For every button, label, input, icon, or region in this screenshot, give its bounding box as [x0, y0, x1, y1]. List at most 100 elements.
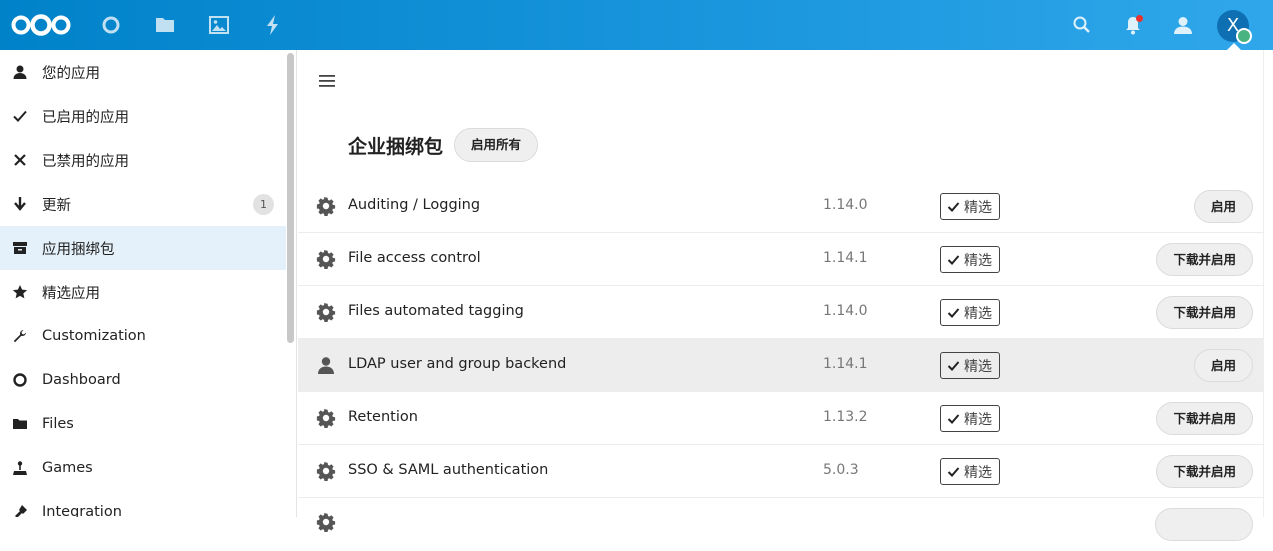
- gear-icon: [316, 302, 336, 322]
- app-version: 1.14.1: [823, 250, 868, 266]
- sidebar-item-label: Integration: [42, 504, 122, 517]
- download-enable-button[interactable]: 下载并启用: [1156, 455, 1253, 488]
- photos-icon[interactable]: [207, 13, 231, 37]
- dashboard-icon[interactable]: [99, 13, 123, 37]
- app-row[interactable]: Files automated tagging 1.14.0 精选 下载并启用: [298, 286, 1263, 339]
- app-version: 1.14.0: [823, 303, 868, 319]
- app-row[interactable]: LDAP user and group backend 1.14.1 精选 启用: [298, 339, 1263, 392]
- online-status-icon: [1236, 28, 1252, 44]
- gear-icon: [316, 196, 336, 216]
- app-version: 1.14.0: [823, 197, 868, 213]
- close-icon: [0, 138, 40, 182]
- app-name: SSO & SAML authentication: [348, 462, 549, 478]
- gear-icon: [316, 249, 336, 269]
- featured-label: 精选: [964, 199, 992, 216]
- sidebar-item-label: Files: [42, 416, 74, 432]
- check-icon: [0, 94, 40, 138]
- plug-icon: [0, 490, 40, 517]
- menu-toggle-icon[interactable]: [318, 72, 336, 90]
- partial-action-button[interactable]: [1155, 508, 1253, 541]
- sidebar-item-label: 已启用的应用: [42, 109, 129, 126]
- featured-badge: 精选: [940, 299, 1000, 326]
- gear-icon: [316, 408, 336, 428]
- featured-badge: 精选: [940, 246, 1000, 273]
- sidebar-item-your-apps[interactable]: 您的应用: [0, 50, 286, 94]
- app-version: 1.13.2: [823, 409, 868, 425]
- circle-icon: [0, 358, 40, 402]
- nextcloud-logo[interactable]: [10, 13, 72, 37]
- app-name: File access control: [348, 250, 481, 266]
- sidebar-item-featured-apps[interactable]: 精选应用: [0, 270, 286, 314]
- sidebar-item-files[interactable]: Files: [0, 402, 286, 446]
- sidebar-item-integration[interactable]: Integration: [0, 490, 286, 517]
- app-row[interactable]: Retention 1.13.2 精选 下载并启用: [298, 392, 1263, 445]
- archive-icon: [0, 226, 40, 270]
- updates-count-badge: 1: [253, 194, 274, 215]
- check-icon: [947, 306, 960, 319]
- enable-button[interactable]: 启用: [1193, 190, 1253, 223]
- sidebar-item-enabled-apps[interactable]: 已启用的应用: [0, 94, 286, 138]
- folder-icon: [0, 402, 40, 446]
- download-enable-button[interactable]: 下载并启用: [1156, 402, 1253, 435]
- app-name: Auditing / Logging: [348, 197, 481, 213]
- sidebar-item-label: 应用捆绑包: [42, 241, 115, 258]
- sidebar-item-updates[interactable]: 更新 1: [0, 182, 286, 226]
- enable-all-button[interactable]: 启用所有: [454, 128, 539, 162]
- featured-label: 精选: [964, 252, 992, 269]
- files-icon[interactable]: [153, 13, 177, 37]
- featured-label: 精选: [964, 411, 992, 428]
- user-icon: [316, 355, 336, 375]
- main-content: 企业捆绑包 启用所有 Auditing / Logging 1.14.0 精选 …: [298, 50, 1273, 541]
- check-icon: [947, 359, 960, 372]
- gear-icon: [316, 512, 336, 532]
- app-row[interactable]: SSO & SAML authentication 5.0.3 精选 下载并启用: [298, 445, 1263, 498]
- featured-badge: 精选: [940, 405, 1000, 432]
- download-enable-button[interactable]: 下载并启用: [1156, 243, 1253, 276]
- sidebar-item-label: 精选应用: [42, 285, 100, 302]
- sidebar-scrollbar[interactable]: [287, 53, 294, 343]
- download-enable-button[interactable]: 下载并启用: [1156, 296, 1253, 329]
- activity-icon[interactable]: [261, 13, 285, 37]
- gear-icon: [316, 461, 336, 481]
- app-version: 5.0.3: [823, 462, 859, 478]
- app-row[interactable]: Auditing / Logging 1.14.0 精选 启用: [298, 180, 1263, 233]
- main-scroll-track[interactable]: [1263, 50, 1271, 517]
- sidebar-item-label: Customization: [42, 328, 146, 344]
- star-icon: [0, 270, 40, 314]
- bundle-title: 企业捆绑包: [348, 136, 444, 158]
- enable-button[interactable]: 启用: [1193, 349, 1253, 382]
- sidebar-item-label: 更新: [42, 197, 71, 214]
- sidebar-item-label: Games: [42, 460, 93, 476]
- sidebar-item-label: 您的应用: [42, 65, 100, 82]
- joystick-icon: [0, 446, 40, 490]
- featured-label: 精选: [964, 305, 992, 322]
- app-name: Files automated tagging: [348, 303, 524, 319]
- sidebar-item-customization[interactable]: Customization: [0, 314, 286, 358]
- wrench-icon: [0, 314, 40, 358]
- sidebar-item-app-bundles[interactable]: 应用捆绑包: [0, 226, 286, 270]
- app-row[interactable]: File access control 1.14.1 精选 下载并启用: [298, 233, 1263, 286]
- featured-badge: 精选: [940, 193, 1000, 220]
- sidebar-item-label: 已禁用的应用: [42, 153, 129, 170]
- app-version: 1.14.1: [823, 356, 868, 372]
- top-header: X: [0, 0, 1273, 51]
- featured-badge: 精选: [940, 352, 1000, 379]
- download-icon: [0, 182, 40, 226]
- sidebar-item-dashboard[interactable]: Dashboard: [0, 358, 286, 402]
- sidebar-item-label: Dashboard: [42, 372, 121, 388]
- check-icon: [947, 465, 960, 478]
- search-icon[interactable]: [1070, 13, 1094, 37]
- featured-label: 精选: [964, 358, 992, 375]
- check-icon: [947, 412, 960, 425]
- sidebar-item-games[interactable]: Games: [0, 446, 286, 490]
- app-row-partial[interactable]: [298, 498, 1263, 551]
- app-name: Retention: [348, 409, 418, 425]
- sidebar-item-disabled-apps[interactable]: 已禁用的应用: [0, 138, 286, 182]
- check-icon: [947, 253, 960, 266]
- app-sidebar: 您的应用 已启用的应用 已禁用的应用 更新 1 应用捆绑包 精选应用 Custo…: [0, 50, 297, 517]
- notification-badge: [1136, 15, 1143, 22]
- featured-label: 精选: [964, 464, 992, 481]
- contacts-icon[interactable]: [1171, 13, 1195, 37]
- app-name: LDAP user and group backend: [348, 356, 567, 372]
- featured-badge: 精选: [940, 458, 1000, 485]
